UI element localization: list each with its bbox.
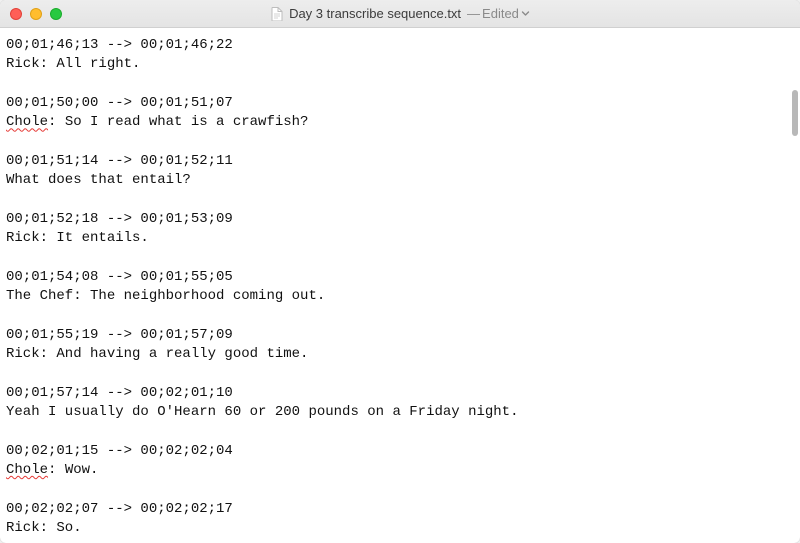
window-controls — [0, 8, 62, 20]
text-editor-body[interactable]: 00;01;46;13 --> 00;01;46;22 Rick: All ri… — [0, 28, 790, 543]
scrollbar-track[interactable] — [790, 28, 800, 543]
content-area: 00;01;46;13 --> 00;01;46;22 Rick: All ri… — [0, 28, 800, 543]
scrollbar-thumb[interactable] — [792, 90, 798, 136]
document-icon — [270, 6, 283, 21]
document-title: Day 3 transcribe sequence.txt — [289, 6, 461, 21]
close-icon[interactable] — [10, 8, 22, 20]
minimize-icon[interactable] — [30, 8, 42, 20]
edited-badge[interactable]: — Edited — [467, 6, 530, 21]
spellcheck-underline: Chole — [6, 462, 48, 478]
chevron-down-icon — [521, 9, 530, 18]
edited-label: Edited — [482, 6, 519, 21]
title-center[interactable]: Day 3 transcribe sequence.txt — Edited — [0, 6, 800, 21]
spellcheck-underline: Chole — [6, 114, 48, 130]
titlebar[interactable]: Day 3 transcribe sequence.txt — Edited — [0, 0, 800, 28]
title-separator: — — [467, 6, 480, 21]
maximize-icon[interactable] — [50, 8, 62, 20]
text-editor-window: Day 3 transcribe sequence.txt — Edited 0… — [0, 0, 800, 543]
